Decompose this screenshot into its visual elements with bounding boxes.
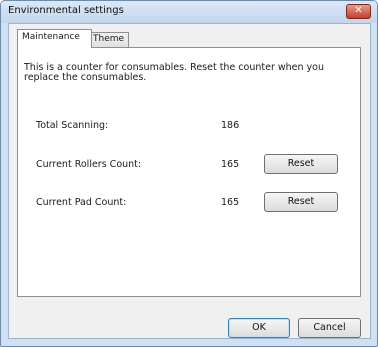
rollers-count-label: Current Rollers Count: (36, 159, 142, 170)
close-icon: ✕ (354, 5, 363, 16)
total-scanning-label: Total Scanning: (36, 120, 109, 131)
reset-pad-button[interactable]: Reset (264, 192, 338, 212)
rollers-count-value: 165 (221, 159, 240, 170)
dialog-client-area: Maintenance Theme This is a counter for … (8, 23, 371, 339)
maintenance-panel: This is a counter for consumables. Reset… (17, 47, 361, 297)
total-scanning-value: 186 (221, 120, 240, 131)
window-title: Environmental settings (8, 5, 124, 16)
ok-button[interactable]: OK (228, 318, 290, 338)
tab-theme[interactable]: Theme (88, 32, 129, 47)
cancel-button[interactable]: Cancel (298, 318, 361, 338)
dialog-window: Environmental settings ✕ Maintenance The… (0, 0, 378, 347)
pad-count-value: 165 (221, 197, 240, 208)
pad-count-label: Current Pad Count: (36, 197, 127, 208)
title-bar: Environmental settings ✕ (1, 1, 377, 23)
counter-description: This is a counter for consumables. Reset… (24, 62, 325, 83)
tab-maintenance[interactable]: Maintenance (17, 29, 92, 48)
reset-rollers-button[interactable]: Reset (264, 154, 338, 174)
close-button[interactable]: ✕ (346, 4, 371, 19)
